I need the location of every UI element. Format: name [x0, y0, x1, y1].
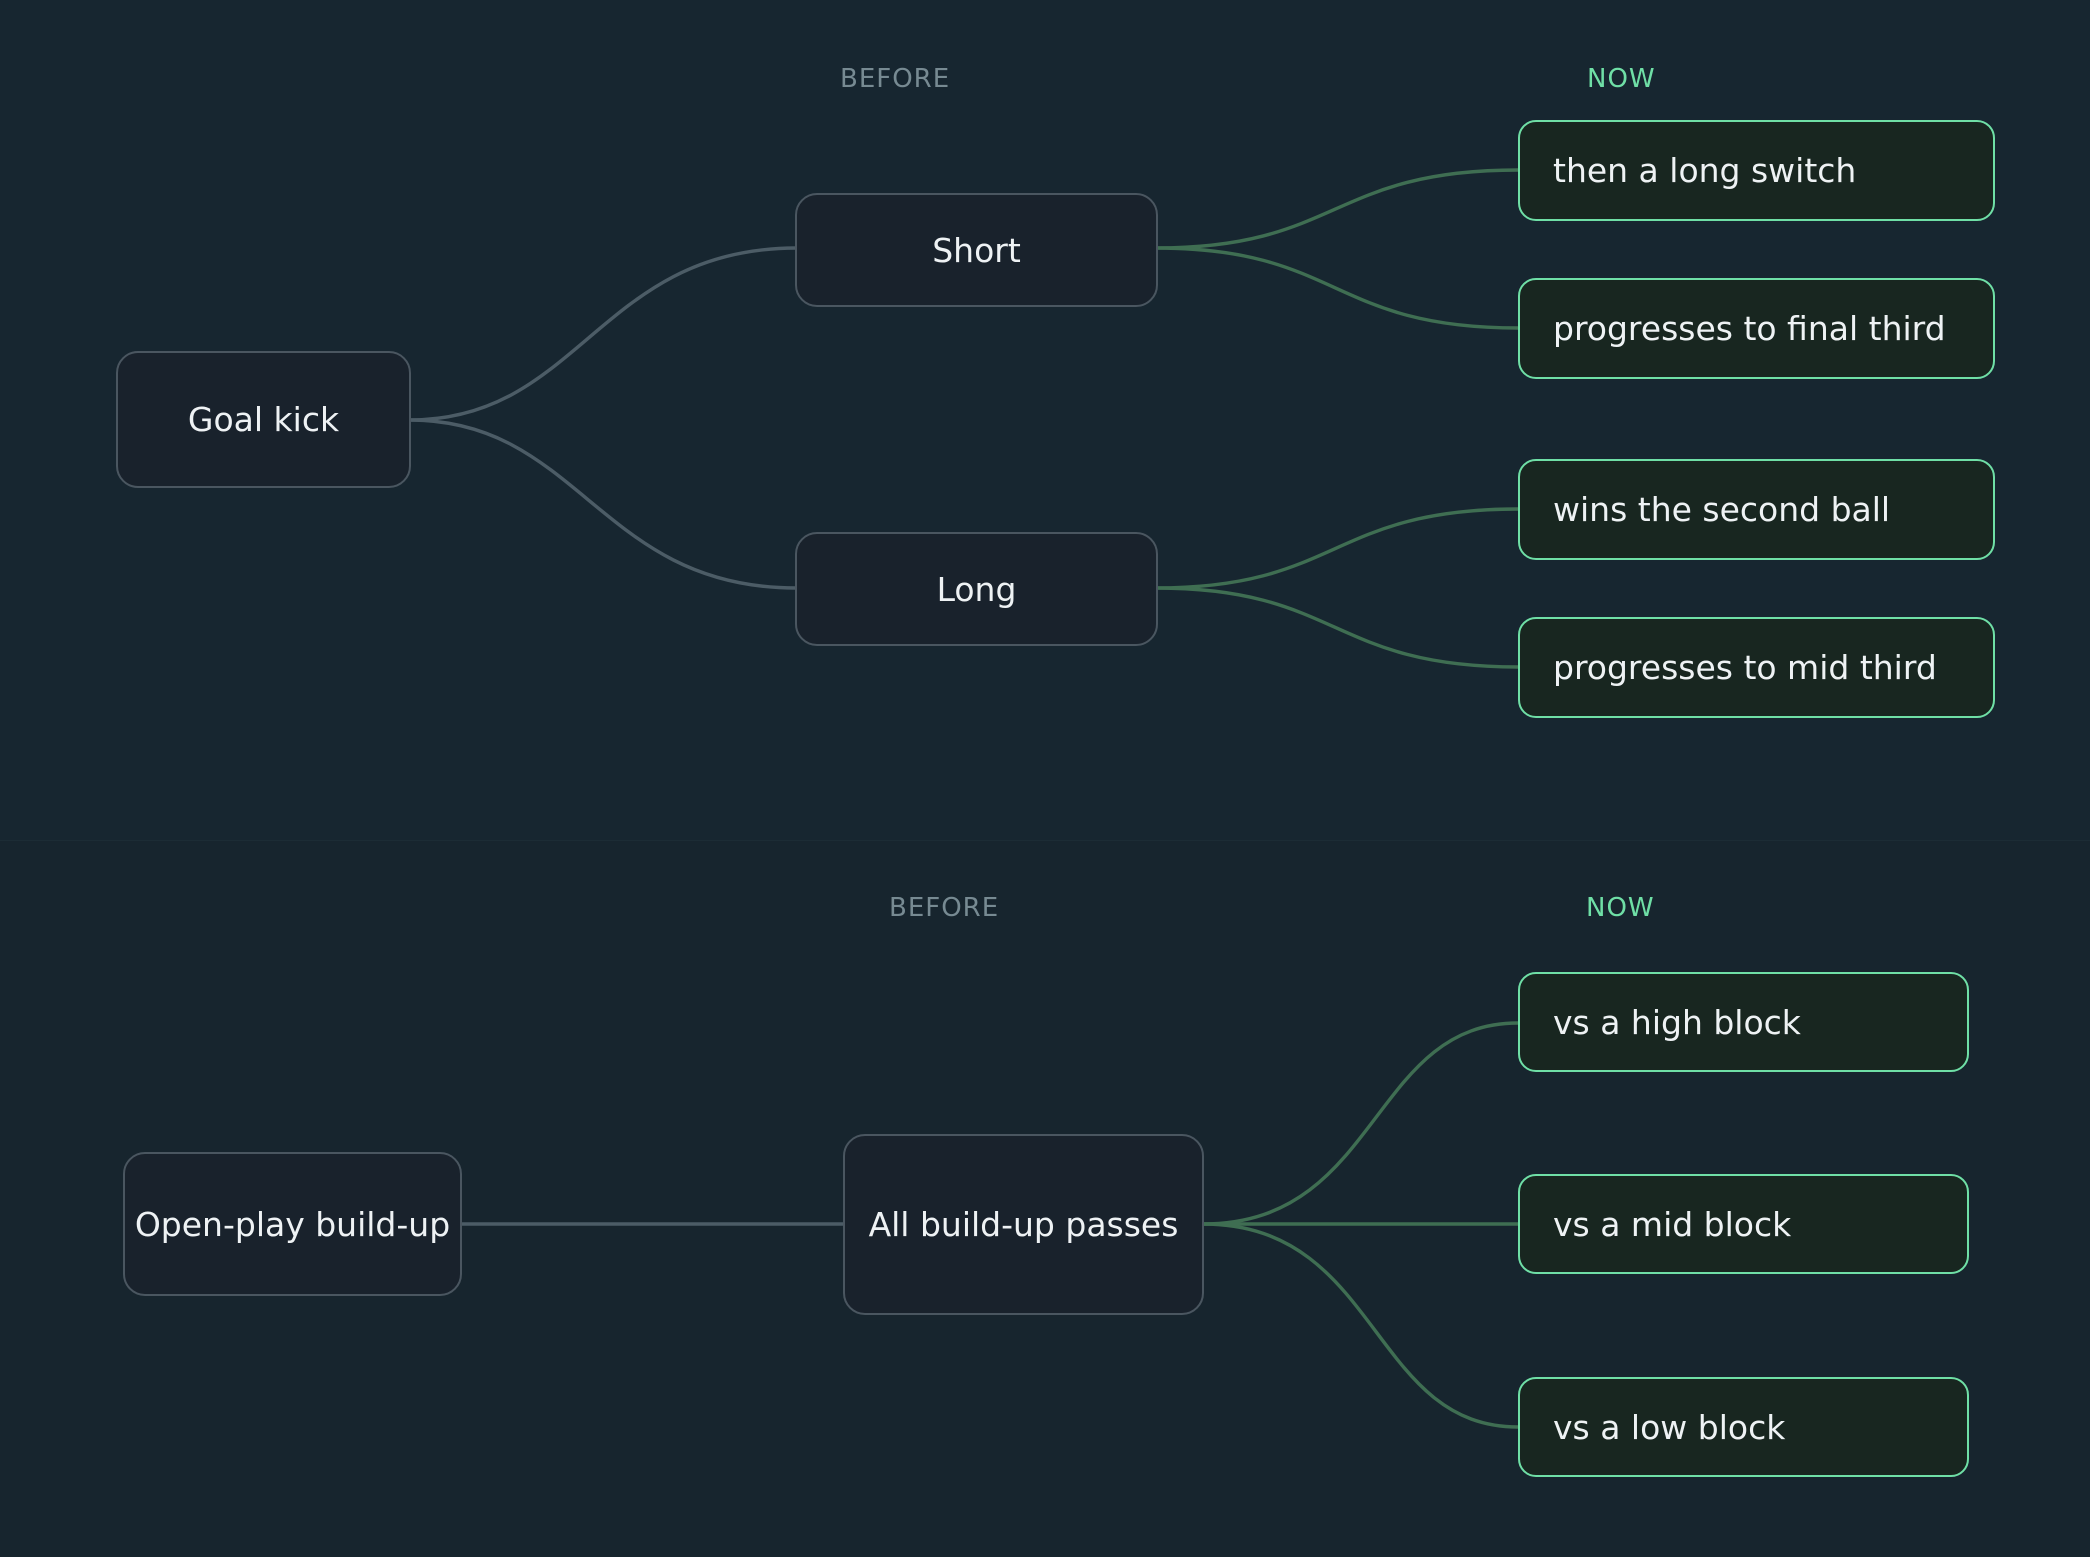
- outcome-node-high-block: vs a high block: [1518, 972, 1969, 1072]
- outcome-node-mid-third: progresses to mid third: [1518, 617, 1995, 718]
- now-column-label: NOW: [1586, 893, 1655, 923]
- branch-node-all-passes: All build-up passes: [843, 1134, 1204, 1315]
- branch-node-long: Long: [795, 532, 1158, 646]
- outcome-node-low-block: vs a low block: [1518, 1377, 1969, 1477]
- outcome-node-second-ball: wins the second ball: [1518, 459, 1995, 560]
- outcome-node-final-third: progresses to final third: [1518, 278, 1995, 379]
- branch-node-short: Short: [795, 193, 1158, 307]
- before-column-label: BEFORE: [889, 893, 1000, 923]
- outcome-node-long-switch: then a long switch: [1518, 120, 1995, 221]
- root-node-open-play: Open-play build-up: [123, 1152, 462, 1296]
- now-column-label: NOW: [1587, 64, 1656, 94]
- root-node-goal-kick: Goal kick: [116, 351, 411, 488]
- before-column-label: BEFORE: [840, 64, 951, 94]
- outcome-node-mid-block: vs a mid block: [1518, 1174, 1969, 1274]
